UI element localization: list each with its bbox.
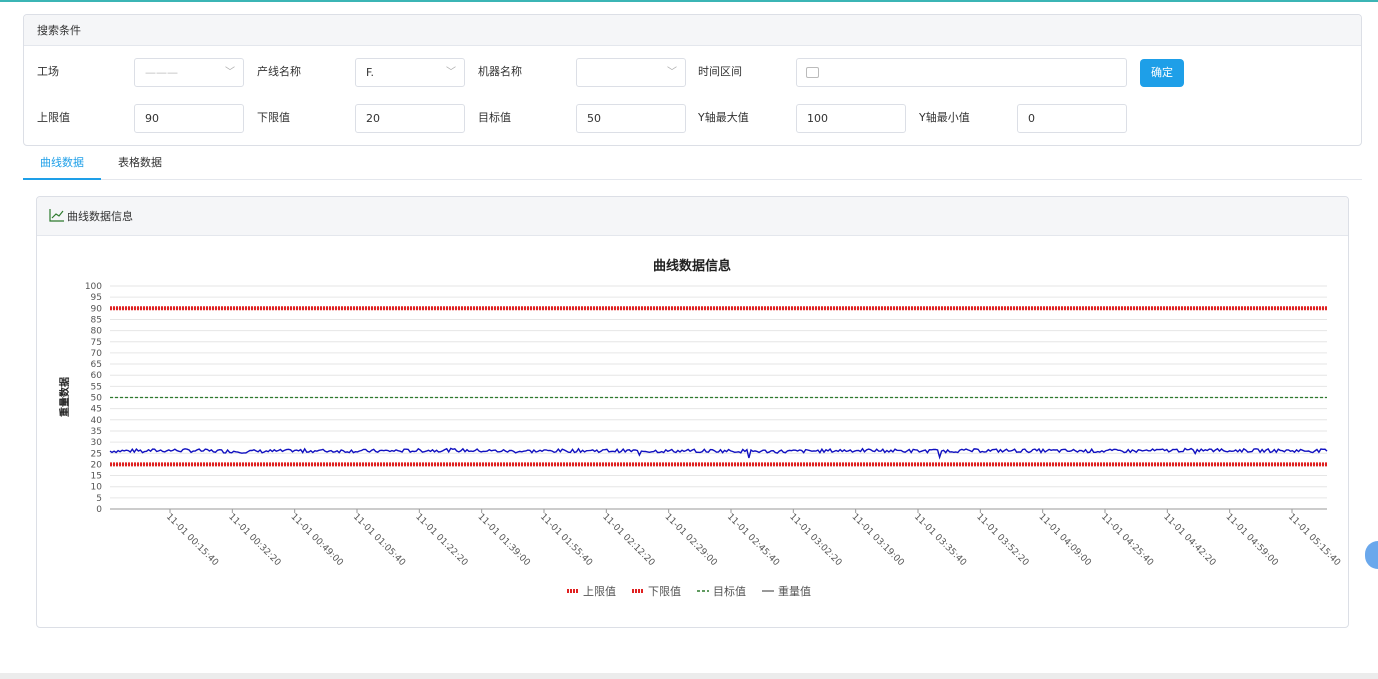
x-tick-label: 11-01 00:49:00 [289, 512, 345, 568]
y-tick-label: 55 [91, 382, 102, 392]
x-tick-label: 11-01 02:29:00 [663, 512, 719, 568]
x-tick-label: 11-01 00:15:40 [164, 512, 220, 568]
y-tick-label: 20 [91, 460, 103, 470]
legend-label[interactable]: 目标值 [713, 584, 746, 598]
x-tick-label: 11-01 04:42:20 [1161, 512, 1217, 568]
x-tick-label: 11-01 01:55:40 [538, 512, 594, 568]
x-tick-label: 11-01 03:52:20 [974, 512, 1030, 568]
x-tick-label: 11-01 02:45:40 [725, 512, 781, 568]
x-tick-label: 11-01 01:39:00 [476, 512, 532, 568]
y-tick-label: 0 [96, 505, 102, 515]
legend-label[interactable]: 上限值 [583, 585, 616, 598]
x-tick-label: 11-01 03:35:40 [912, 512, 968, 568]
x-tick-label: 11-01 00:32:20 [226, 512, 282, 568]
y-tick-label: 30 [91, 438, 103, 448]
footer-bar [0, 673, 1378, 679]
y-tick-label: 70 [91, 349, 103, 359]
x-tick-label: 11-01 03:19:00 [850, 512, 906, 568]
legend-label[interactable]: 重量值 [778, 584, 811, 598]
x-tick-label: 11-01 05:15:40 [1286, 512, 1342, 568]
x-tick-label: 11-01 02:12:20 [600, 512, 656, 568]
y-tick-label: 65 [91, 360, 102, 370]
y-tick-label: 50 [91, 394, 103, 404]
y-tick-label: 90 [91, 304, 103, 314]
y-tick-label: 80 [91, 327, 103, 337]
y-tick-label: 85 [91, 315, 102, 325]
y-tick-label: 10 [91, 483, 103, 493]
x-tick-label: 11-01 04:25:40 [1099, 512, 1155, 568]
x-tick-label: 11-01 04:09:00 [1037, 512, 1093, 568]
y-tick-label: 5 [96, 494, 102, 504]
y-tick-label: 25 [91, 449, 102, 459]
y-axis-title: 重量数据 [58, 377, 71, 417]
y-tick-label: 95 [91, 293, 102, 303]
chart-title: 曲线数据信息 [653, 258, 731, 274]
x-tick-label: 11-01 03:02:20 [787, 512, 843, 568]
y-tick-label: 40 [91, 416, 103, 426]
x-tick-label: 11-01 01:05:40 [351, 512, 407, 568]
y-tick-label: 100 [85, 282, 102, 292]
legend-label[interactable]: 下限值 [648, 585, 681, 598]
y-tick-label: 75 [91, 338, 102, 348]
x-tick-label: 11-01 04:59:00 [1224, 512, 1280, 568]
x-tick-label: 11-01 01:22:20 [413, 512, 469, 568]
y-tick-label: 45 [91, 405, 102, 415]
line-chart: 曲线数据信息 重量数据 051015 20253035404550 55606570… [58, 258, 1342, 598]
y-tick-label: 15 [91, 472, 102, 482]
y-tick-label: 35 [91, 427, 102, 437]
y-tick-label: 60 [91, 371, 103, 381]
